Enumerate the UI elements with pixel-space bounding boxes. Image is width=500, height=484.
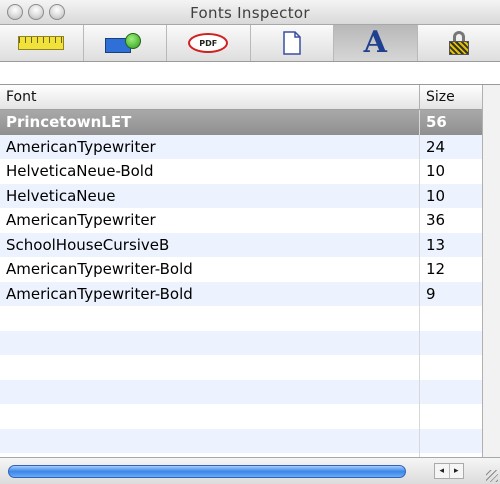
scroll-left-arrow-icon[interactable]: ◂ [435, 464, 449, 478]
column-header-font[interactable]: Font [0, 85, 420, 109]
document-icon [283, 31, 301, 55]
font-name-cell: SchoolHouseCursiveB [0, 232, 420, 257]
font-size-cell: 13 [426, 235, 446, 254]
font-size-cell: 9 [426, 284, 436, 303]
column-header-size[interactable]: Size [420, 85, 482, 109]
table-row[interactable]: SchoolHouseCursiveB 13 [0, 232, 482, 257]
font-name-cell: PrincetownLET [0, 110, 420, 135]
title-bar[interactable]: Fonts Inspector [0, 0, 500, 25]
tab-ruler[interactable] [0, 25, 84, 61]
table-row[interactable]: PrincetownLET 56 [0, 110, 482, 135]
empty-row [0, 330, 482, 355]
table-row[interactable]: AmericanTypewriter-Bold 9 [0, 281, 482, 306]
empty-row [0, 404, 482, 429]
fonts-inspector-window: Fonts Inspector PDF A Font Size Princeto… [0, 0, 500, 484]
color-swatch-icon [104, 33, 145, 53]
toolbar-spacer [0, 62, 500, 85]
tab-lock[interactable] [418, 25, 500, 61]
empty-row [0, 379, 482, 404]
font-name-cell: HelveticaNeue-Bold [0, 159, 420, 184]
font-name-cell: AmericanTypewriter-Bold [0, 281, 420, 306]
table-header: Font Size [0, 85, 482, 110]
lock-icon [448, 31, 470, 55]
font-size-cell: 36 [426, 211, 446, 229]
table-row[interactable]: AmericanTypewriter-Bold 12 [0, 257, 482, 282]
empty-row [0, 428, 482, 453]
font-name-cell: AmericanTypewriter [0, 208, 420, 233]
empty-row [0, 306, 482, 331]
tab-document[interactable] [251, 25, 334, 61]
inspector-toolbar: PDF A [0, 25, 500, 62]
ruler-icon [18, 36, 65, 50]
font-name-cell: HelveticaNeue [0, 183, 420, 208]
scroll-arrows: ◂ ▸ [434, 463, 464, 479]
tab-colors[interactable] [84, 25, 167, 61]
font-size-cell: 12 [426, 260, 446, 278]
empty-row [0, 355, 482, 380]
window-title: Fonts Inspector [190, 4, 310, 22]
vertical-scroll-track[interactable] [482, 85, 500, 457]
font-size-cell: 10 [426, 162, 446, 180]
horizontal-scrollbar: ◂ ▸ [0, 457, 500, 484]
resize-grip-icon[interactable] [486, 470, 498, 482]
font-size-cell: 24 [426, 137, 446, 156]
font-a-icon: A [363, 25, 387, 60]
pdf-icon-label: PDF [199, 38, 218, 48]
table-row[interactable]: AmericanTypewriter 24 [0, 134, 482, 159]
font-name-cell: AmericanTypewriter-Bold [0, 257, 420, 282]
table-body: PrincetownLET 56 AmericanTypewriter 24 H… [0, 110, 482, 457]
tab-pdf[interactable]: PDF [167, 25, 251, 61]
font-name-cell: AmericanTypewriter [0, 134, 420, 159]
tab-fonts[interactable]: A [334, 25, 418, 61]
font-size-cell: 56 [426, 113, 447, 131]
pdf-icon: PDF [188, 33, 229, 53]
font-size-cell: 10 [426, 186, 446, 205]
table-row[interactable]: HelveticaNeue-Bold 10 [0, 159, 482, 184]
fonts-table: Font Size PrincetownLET 56 AmericanTypew… [0, 85, 482, 457]
table-row[interactable]: AmericanTypewriter 36 [0, 208, 482, 233]
scroll-right-arrow-icon[interactable]: ▸ [448, 464, 464, 478]
table-row[interactable]: HelveticaNeue 10 [0, 183, 482, 208]
horizontal-scroll-thumb[interactable] [8, 465, 406, 478]
